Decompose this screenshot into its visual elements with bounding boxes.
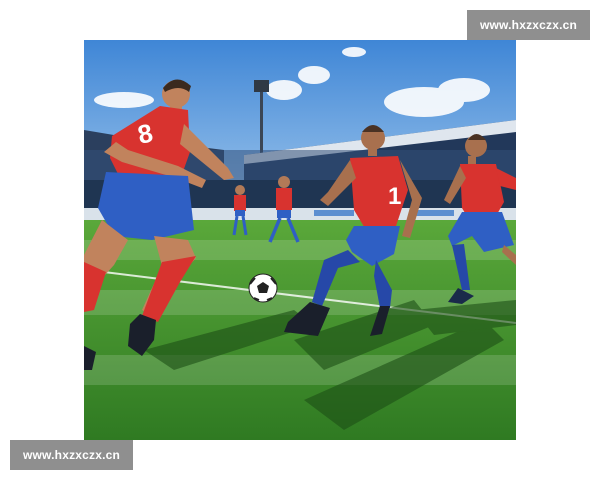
soccer-photo: 8 1 [84,40,516,440]
soccer-ball [248,273,278,303]
watermark-top-right: www.hxzxczx.cn [467,10,590,40]
watermark-bottom-left: www.hxzxczx.cn [10,440,133,470]
jersey-number-center: 1 [388,183,401,210]
soccer-scene: 8 1 [84,40,516,440]
